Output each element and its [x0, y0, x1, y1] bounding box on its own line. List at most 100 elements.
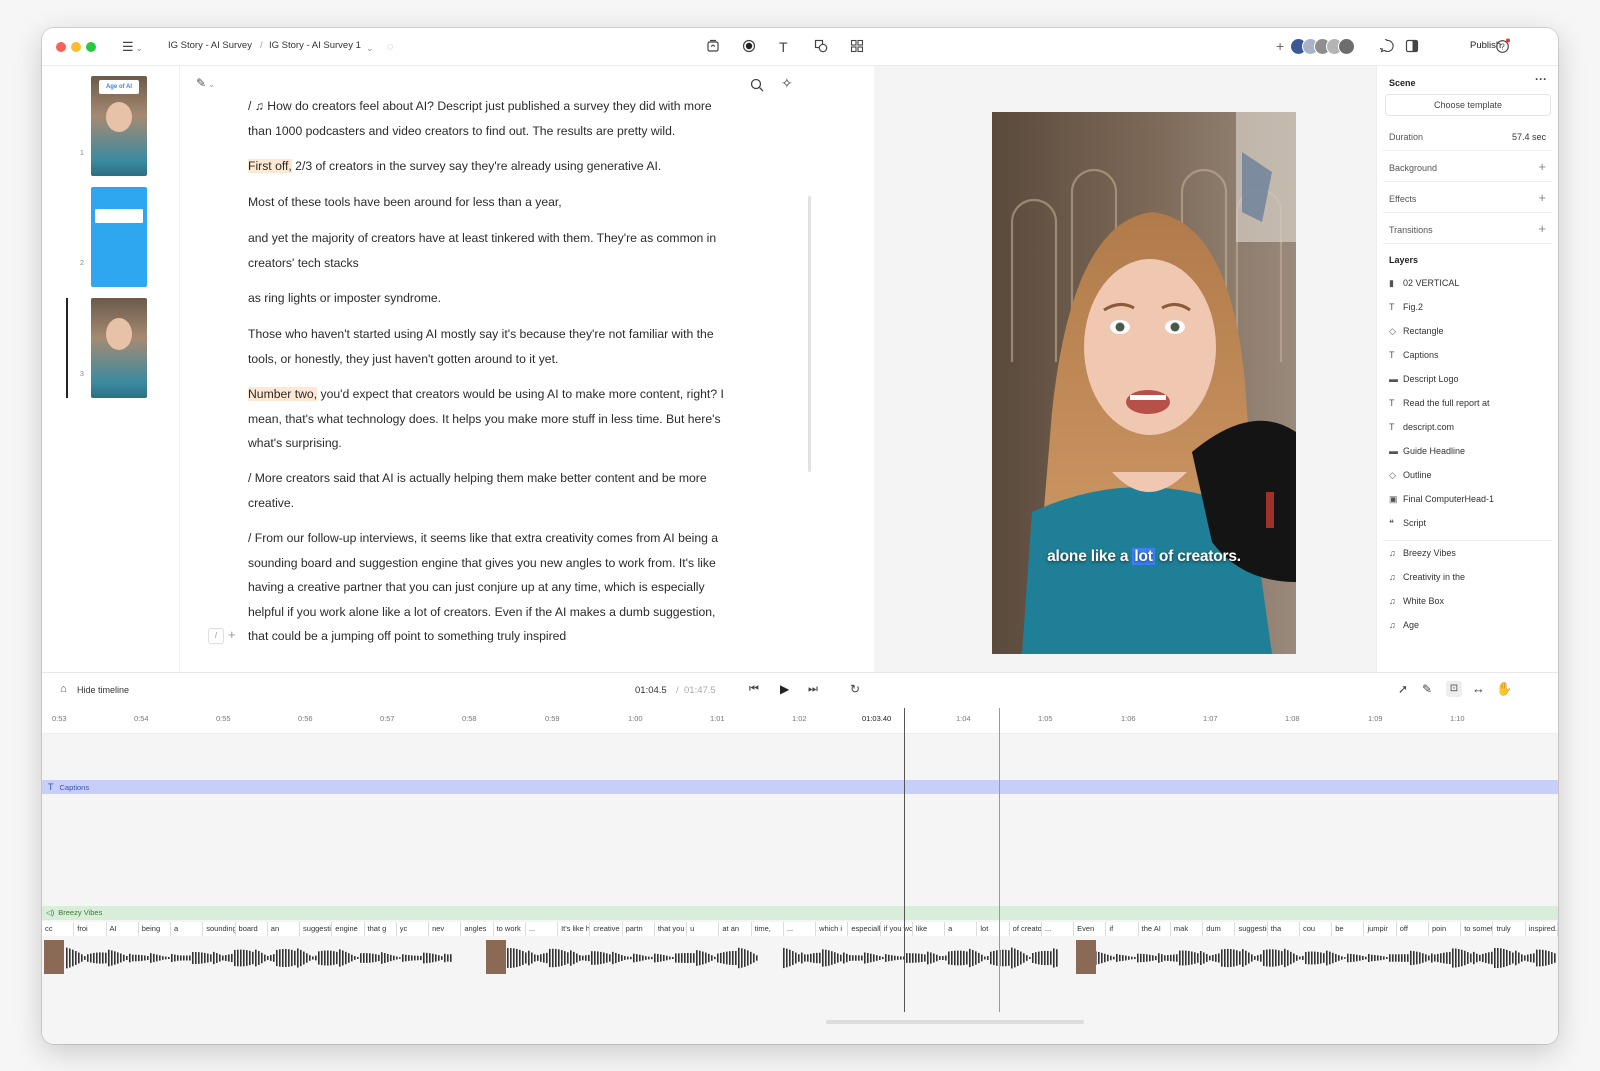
script-text[interactable]: than 1000 podcasters and video creators … [248, 124, 675, 138]
transcript-word-track[interactable]: ccfroiAIbeingasoundingboardansuggestione… [42, 922, 1558, 936]
hand-tool-icon[interactable]: ✋ [1496, 681, 1512, 697]
transcript-word[interactable]: engine [332, 922, 365, 936]
transcript-word[interactable]: ... [1041, 922, 1075, 936]
script-text[interactable]: / More creators said that AI is actually… [248, 471, 707, 485]
transcript-word[interactable]: mak [1170, 922, 1204, 936]
layer-item[interactable]: ♫ White Box [1389, 596, 1444, 606]
script-text[interactable]: creative. [248, 496, 294, 510]
layer-item[interactable]: ◇ Outline [1389, 470, 1432, 481]
layer-item[interactable]: ▮ 02 VERTICAL [1389, 278, 1459, 289]
transcript-word[interactable]: that g [364, 922, 397, 936]
script-text[interactable]: mean, that's what technology does. It he… [248, 412, 721, 426]
scene-break-button[interactable]: / [208, 628, 224, 644]
transcript-word[interactable]: AI [106, 922, 139, 936]
transcript-word[interactable]: lot [977, 922, 1010, 936]
transcript-word[interactable]: jumpir [1364, 922, 1397, 936]
script-text[interactable]: that could be a jumping off point to som… [248, 629, 566, 643]
hide-timeline-button[interactable]: Hide timeline [77, 685, 129, 695]
script-line[interactable]: / ♫ How do creators feel about AI? Descr… [248, 94, 748, 119]
breadcrumb-composition[interactable]: IG Story - AI Survey 1 [269, 40, 361, 51]
avatar[interactable] [1338, 38, 1355, 55]
menu-icon[interactable]: ☰ ⌄ [122, 38, 143, 58]
music-track[interactable]: ◁) Breezy Vibes [42, 906, 1558, 920]
add-icon[interactable]: + [228, 627, 236, 642]
media-add-icon[interactable] [706, 39, 720, 53]
transcript-word[interactable]: froi [74, 922, 107, 936]
chevron-down-icon[interactable]: ⌄ [366, 39, 374, 57]
script-highlight[interactable]: First off, [248, 159, 292, 173]
text-tool-icon[interactable]: T [779, 38, 788, 56]
ai-sparkle-icon[interactable]: ✧ [781, 75, 793, 92]
script-highlight[interactable]: Number two, [248, 387, 318, 401]
script-line[interactable]: Number two, you'd expect that creators w… [248, 382, 748, 407]
stretch-tool-icon[interactable]: ↔ [1472, 681, 1485, 696]
layer-item[interactable]: ♫ Breezy Vibes [1389, 548, 1456, 558]
transcript-word[interactable]: ... [525, 922, 559, 936]
timeline-tracks[interactable]: T Captions ◁) Breezy Vibes cc froi AI being a s… [42, 734, 1558, 1044]
transcript-word[interactable]: especially helpf [848, 922, 881, 936]
script-paragraph[interactable]: and yet the majority of creators have at… [248, 226, 748, 275]
script-text[interactable]: 2/3 of creators in the survey say they'r… [292, 159, 661, 173]
script-line[interactable]: that could be a jumping off point to som… [248, 624, 748, 649]
transcript-word[interactable]: be [1332, 922, 1365, 936]
audio-waveform[interactable] [42, 938, 1558, 978]
transcript-word[interactable]: the AI [1138, 922, 1171, 936]
script-line[interactable]: creative. [248, 491, 748, 516]
help-icon[interactable]: ? [1495, 38, 1511, 54]
script-line[interactable]: than 1000 podcasters and video creators … [248, 119, 748, 144]
layer-item[interactable]: ▣ Final ComputerHead-1 [1389, 494, 1494, 505]
transcript-word[interactable]: board [235, 922, 268, 936]
video-frame[interactable]: alone like a lot of creators. [992, 112, 1296, 654]
transcript-word[interactable]: a [171, 922, 204, 936]
transcript-word[interactable]: truly [1493, 922, 1526, 936]
add-background-icon[interactable]: + [1538, 159, 1546, 174]
script-line[interactable]: and yet the majority of creators have at… [248, 226, 748, 251]
transcript-word[interactable]: at an [719, 922, 752, 936]
transcript-word[interactable]: to somet [1461, 922, 1494, 936]
captions-track[interactable]: T Captions [42, 780, 1558, 794]
script-paragraph[interactable]: First off, 2/3 of creators in the survey… [248, 154, 748, 179]
script-text[interactable]: having a creative partner that you can j… [248, 580, 705, 594]
playhead[interactable] [904, 708, 905, 1012]
transcript-word[interactable]: u [687, 922, 720, 936]
loop-icon[interactable]: ↻ [850, 682, 860, 696]
zoom-window-button[interactable] [86, 42, 96, 52]
layer-item[interactable]: ▬ Descript Logo [1389, 374, 1459, 384]
script-text[interactable]: Those who haven't started using AI mostl… [248, 327, 714, 341]
script-line[interactable]: / More creators said that AI is actually… [248, 466, 748, 491]
script-text[interactable]: / ♫ How do creators feel about AI? Descr… [248, 99, 712, 113]
transcript-word[interactable]: like [912, 922, 946, 936]
script-line[interactable]: as ring lights or imposter syndrome. [248, 286, 748, 311]
transcript-word[interactable]: of creators. [1009, 922, 1042, 936]
transcript-word[interactable]: an [267, 922, 301, 936]
layer-item[interactable]: ◇ Rectangle [1389, 326, 1444, 337]
transcript-word[interactable]: if [1106, 922, 1139, 936]
transcript-word[interactable]: cou [1299, 922, 1333, 936]
script-paragraph[interactable]: / More creators said that AI is actually… [248, 466, 748, 515]
transcript-word[interactable]: off [1396, 922, 1429, 936]
record-icon[interactable] [742, 39, 756, 53]
add-collaborator-icon[interactable]: + [1276, 37, 1284, 55]
script-text[interactable]: Most of these tools have been around for… [248, 195, 562, 209]
layer-item[interactable]: ♫ Creativity in the [1389, 572, 1465, 582]
layer-item[interactable]: Tdescript.com [1389, 422, 1454, 432]
comment-icon[interactable] [1380, 39, 1394, 53]
timeline-scrollbar[interactable] [826, 1020, 1084, 1024]
blade-tool-icon[interactable]: ✎ [1422, 682, 1432, 696]
transcript-word[interactable]: dum [1203, 922, 1236, 936]
duration-value[interactable]: 57.4 sec [1512, 132, 1546, 142]
close-window-button[interactable] [56, 42, 66, 52]
shapes-icon[interactable] [814, 39, 828, 53]
add-effect-icon[interactable]: + [1538, 190, 1546, 205]
script-text[interactable]: as ring lights or imposter syndrome. [248, 291, 441, 305]
layer-item[interactable]: T Fig.2 [1389, 302, 1423, 312]
transcript-word[interactable]: suggestion, [1235, 922, 1268, 936]
transcript-word[interactable]: poin [1428, 922, 1462, 936]
script-line[interactable]: creators' tech stacks [248, 251, 748, 276]
scene-thumbnail-1[interactable]: Age of AI [91, 76, 147, 176]
transcript-word[interactable]: to work [493, 922, 526, 936]
panel-toggle-icon[interactable] [1405, 39, 1419, 53]
add-transition-icon[interactable]: + [1538, 221, 1546, 236]
script-line[interactable]: First off, 2/3 of creators in the survey… [248, 154, 748, 179]
timeline-ruler[interactable]: 0:53 0:54 0:55 0:56 0:57 0:58 0:59 1:00 1:01 1:02… [42, 708, 1558, 734]
